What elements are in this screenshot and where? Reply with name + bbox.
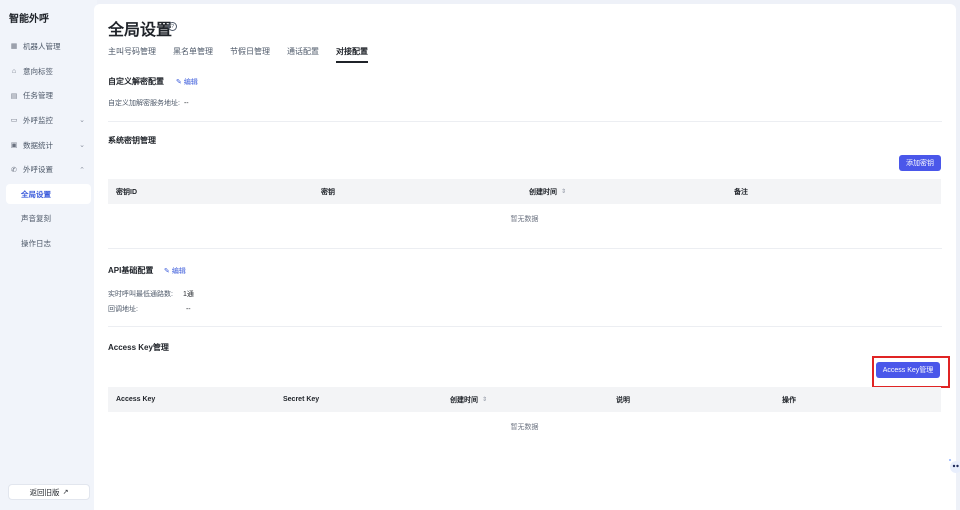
api-config-row: 回调地址: -- [108, 304, 191, 314]
arrow-up-right-icon: ↗ [62, 489, 69, 496]
tag-icon: ⌂ [11, 67, 17, 75]
main-panel: 全局设置 ? 主叫号码管理 黑名单管理 节假日管理 通话配置 对接配置 自定义解… [94, 4, 956, 510]
sidebar-subitem-voice-clone[interactable]: 声音复刻 [0, 206, 97, 231]
sidebar-item-label: 意向标签 [23, 66, 53, 76]
api-config-row-label: 回调地址: [108, 306, 138, 313]
decrypt-service-value: -- [183, 100, 189, 107]
column-access-key: Access Key [116, 396, 156, 403]
phone-settings-icon: ✆ [11, 166, 17, 174]
tab-blacklist[interactable]: 黑名单管理 [173, 46, 213, 63]
robot-icon: ▦ [10, 43, 18, 51]
sidebar-item-label: 数据统计 [23, 140, 53, 150]
edit-label: 编辑 [171, 268, 186, 275]
custom-decrypt-edit-link[interactable]: ✎ 编辑 [176, 77, 198, 87]
app-brand: 智能外呼 [9, 14, 49, 25]
chart-icon: ▣ [10, 142, 18, 150]
decrypt-service-label: 自定义加解密服务地址: [108, 100, 180, 107]
column-key: 密钥 [321, 188, 335, 196]
empty-state: 暂无数据 [510, 424, 539, 431]
sidebar-subitem-operation-log[interactable]: 操作日志 [0, 231, 97, 256]
custom-decrypt-title: 自定义解密配置 [108, 77, 164, 86]
column-key-id: 密钥ID [116, 188, 137, 196]
sidebar-nav: ▦ 机器人管理 ⌂ 意向标签 ▤ 任务管理 ▭ 外呼监控 ⌄ ▣ 数据统计 ⌄ … [0, 34, 97, 256]
chevron-up-icon: ⌃ [79, 166, 85, 174]
sidebar-item-robot-management[interactable]: ▦ 机器人管理 [0, 34, 97, 59]
edit-icon: ✎ [164, 268, 170, 275]
back-button-label: 返回旧版 [29, 487, 60, 497]
column-created-time[interactable]: 创建时间 ⇕ [521, 179, 726, 204]
sidebar-item-call-settings[interactable]: ✆ 外呼设置 ⌃ [0, 157, 97, 182]
chevron-down-icon: ⌄ [79, 142, 85, 150]
sidebar: 智能外呼 ▦ 机器人管理 ⌂ 意向标签 ▤ 任务管理 ▭ 外呼监控 ⌄ ▣ 数据… [0, 0, 97, 510]
sort-icon[interactable]: ⇕ [482, 396, 487, 403]
api-config-row-value: 1通 [182, 291, 194, 298]
tab-caller-number[interactable]: 主叫号码管理 [108, 46, 156, 63]
settings-tabs: 主叫号码管理 黑名单管理 节假日管理 通话配置 对接配置 [108, 46, 385, 63]
divider [108, 121, 942, 122]
sidebar-item-label: 外呼设置 [23, 165, 53, 175]
edit-label: 编辑 [183, 79, 198, 86]
column-label: 创建时间 [529, 188, 557, 196]
sidebar-item-data-statistics[interactable]: ▣ 数据统计 ⌄ [0, 133, 97, 158]
assistant-bot-icon[interactable] [947, 458, 960, 476]
tab-call-config[interactable]: 通话配置 [287, 46, 319, 63]
task-icon: ▤ [10, 92, 18, 100]
sidebar-item-label: 机器人管理 [23, 41, 61, 51]
sort-icon[interactable]: ⇕ [561, 188, 566, 195]
column-created-time[interactable]: 创建时间 ⇕ [442, 387, 608, 412]
sidebar-item-label: 任务管理 [23, 91, 53, 101]
api-config-row-value: -- [185, 306, 191, 313]
back-to-old-version-button[interactable]: 返回旧版 ↗ [8, 484, 90, 500]
sidebar-item-intent-tags[interactable]: ⌂ 意向标签 [0, 59, 97, 84]
sidebar-item-label: 外呼监控 [23, 115, 53, 125]
access-key-manage-button[interactable]: Access Key管理 [876, 362, 940, 378]
system-keys-table: 密钥ID 密钥 创建时间 ⇕ 备注 暂无数据 [108, 179, 941, 234]
column-note: 备注 [734, 188, 748, 196]
column-description: 说明 [616, 396, 630, 404]
api-config-row: 实时呼叫最低通路数: 1通 [108, 289, 194, 299]
access-keys-title: Access Key管理 [108, 343, 169, 352]
sidebar-item-call-monitor[interactable]: ▭ 外呼监控 ⌄ [0, 108, 97, 133]
edit-icon: ✎ [176, 79, 182, 86]
divider [108, 326, 942, 327]
page-title: 全局设置 [108, 22, 173, 39]
tab-holiday[interactable]: 节假日管理 [230, 46, 270, 63]
api-config-edit-link[interactable]: ✎ 编辑 [164, 266, 186, 276]
system-keys-title: 系统密钥管理 [108, 136, 156, 145]
table-header: 密钥ID 密钥 创建时间 ⇕ 备注 [108, 179, 941, 204]
add-key-button[interactable]: 添加密钥 [899, 155, 941, 171]
tab-integration-config[interactable]: 对接配置 [336, 46, 368, 63]
access-keys-table: Access Key Secret Key 创建时间 ⇕ 说明 操作 暂无数据 [108, 387, 941, 442]
api-config-row-label: 实时呼叫最低通路数: [108, 291, 173, 298]
column-label: 创建时间 [450, 396, 478, 404]
divider [108, 248, 942, 249]
help-icon[interactable]: ? [168, 22, 177, 31]
sidebar-item-task-management[interactable]: ▤ 任务管理 [0, 83, 97, 108]
chevron-down-icon: ⌄ [79, 117, 85, 125]
empty-state: 暂无数据 [510, 216, 539, 223]
decrypt-service-row: 自定义加解密服务地址: -- [108, 98, 189, 108]
sidebar-subitem-global-settings[interactable]: 全局设置 [6, 184, 91, 205]
api-config-title: API基础配置 [108, 266, 154, 275]
column-actions: 操作 [782, 396, 796, 404]
monitor-icon: ▭ [10, 117, 18, 125]
table-header: Access Key Secret Key 创建时间 ⇕ 说明 操作 [108, 387, 941, 412]
column-secret-key: Secret Key [283, 396, 320, 403]
